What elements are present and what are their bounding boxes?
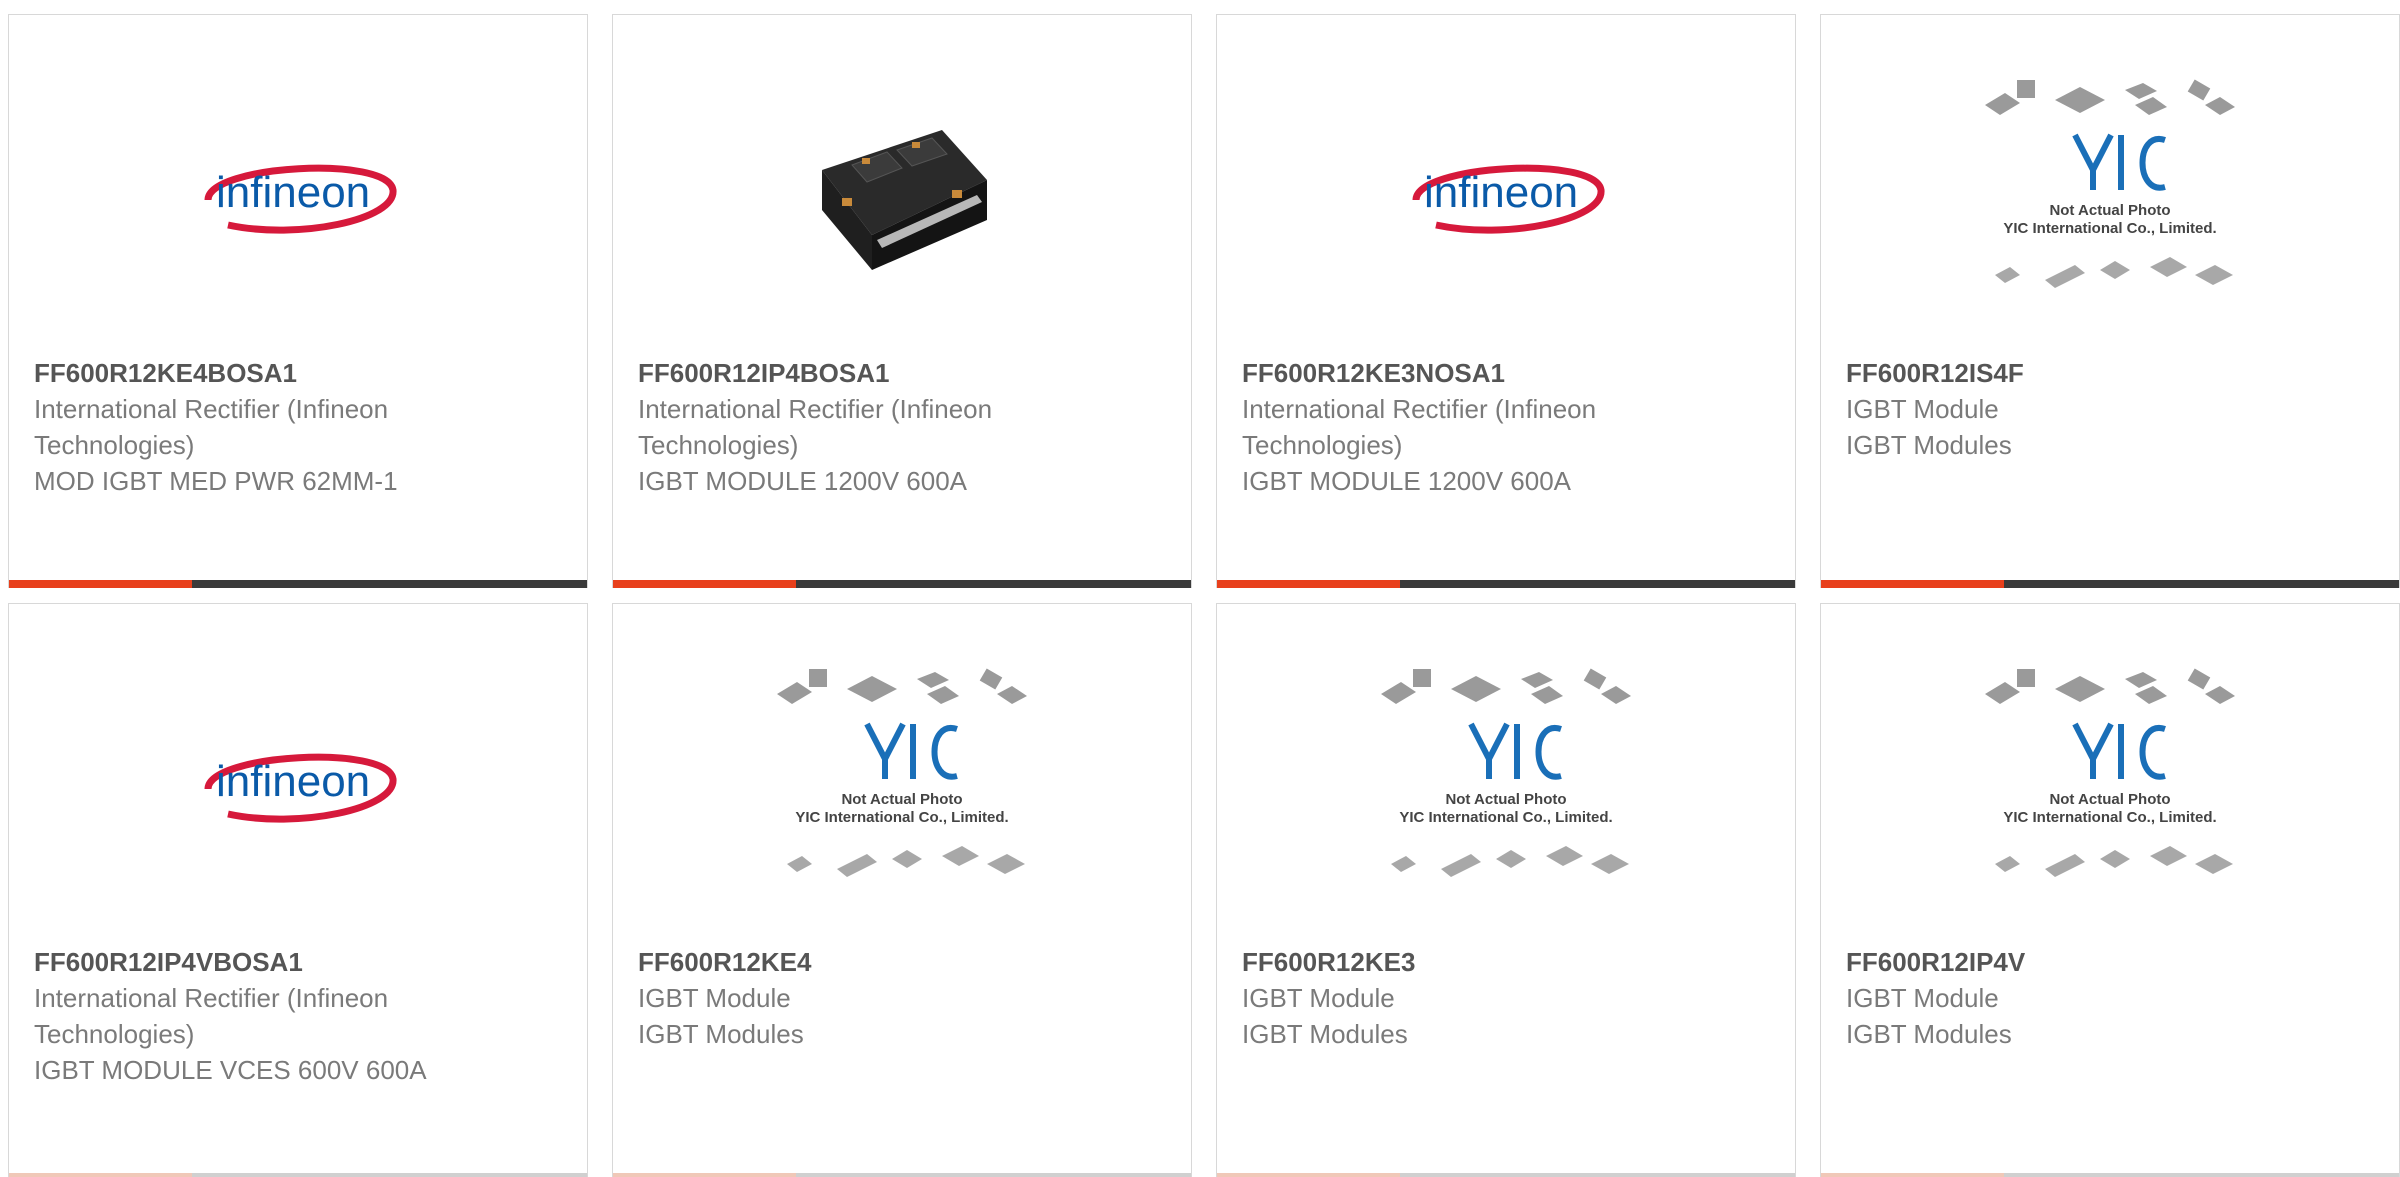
product-card[interactable]: Not Actual Photo YIC International Co., … [1820, 14, 2400, 588]
logo-text: infineon [216, 168, 370, 217]
infineon-logo: infineon [188, 145, 408, 245]
card-bar [1821, 580, 2399, 588]
card-bar [613, 1173, 1191, 1177]
card-bar [1821, 1173, 2399, 1177]
product-image[interactable]: infineon [9, 664, 587, 904]
part-number[interactable]: FF600R12IP4V [1846, 944, 2286, 980]
product-card[interactable]: infineon FF600R12IP4VBOSA1 International… [8, 603, 588, 1177]
part-number[interactable]: FF600R12IP4VBOSA1 [34, 944, 474, 980]
product-image[interactable]: Not Actual Photo YIC International Co., … [613, 664, 1191, 904]
description: MOD IGBT MED PWR 62MM-1 [34, 466, 398, 496]
part-number[interactable]: FF600R12KE3NOSA1 [1242, 355, 1682, 391]
card-bar [9, 1173, 587, 1177]
product-image[interactable] [613, 75, 1191, 315]
product-card[interactable]: Not Actual Photo YIC International Co., … [1216, 603, 1796, 1177]
infineon-logo: infineon [1396, 145, 1616, 245]
product-image[interactable]: Not Actual Photo YIC International Co., … [1821, 664, 2399, 904]
placeholder-line2: YIC International Co., Limited. [2003, 220, 2216, 237]
description: IGBT MODULE VCES 600V 600A [34, 1055, 427, 1085]
placeholder-line2: YIC International Co., Limited. [795, 809, 1008, 826]
description: IGBT MODULE 1200V 600A [638, 466, 968, 496]
placeholder-line1: Not Actual Photo [1445, 791, 1566, 808]
manufacturer: IGBT Module [638, 983, 791, 1013]
description: IGBT Modules [1846, 1019, 2012, 1049]
card-bar [9, 580, 587, 588]
logo-text: infineon [216, 757, 370, 806]
product-image[interactable]: Not Actual Photo YIC International Co., … [1217, 664, 1795, 904]
description: IGBT Modules [1242, 1019, 1408, 1049]
product-image[interactable]: Not Actual Photo YIC International Co., … [1821, 75, 2399, 315]
manufacturer: International Rectifier (Infineon Techno… [638, 394, 993, 460]
card-bar [1217, 580, 1795, 588]
yic-placeholder-image: Not Actual Photo YIC International Co., … [1975, 75, 2245, 315]
logo-text: infineon [1424, 168, 1578, 217]
manufacturer: IGBT Module [1846, 983, 1999, 1013]
product-card[interactable]: infineon FF600R12KE3NOSA1 International … [1216, 14, 1796, 588]
product-image[interactable]: infineon [9, 75, 587, 315]
product-card[interactable]: Not Actual Photo YIC International Co., … [612, 603, 1192, 1177]
description: IGBT MODULE 1200V 600A [1242, 466, 1572, 496]
card-bar [613, 580, 1191, 588]
part-number[interactable]: FF600R12KE4 [638, 944, 1078, 980]
placeholder-line1: Not Actual Photo [841, 791, 962, 808]
product-card[interactable]: infineon FF600R12KE4BOSA1 International … [8, 14, 588, 588]
manufacturer: International Rectifier (Infineon Techno… [34, 983, 389, 1049]
placeholder-line1: Not Actual Photo [2049, 202, 2170, 219]
manufacturer: IGBT Module [1846, 394, 1999, 424]
description: IGBT Modules [1846, 430, 2012, 460]
infineon-logo: infineon [188, 734, 408, 834]
manufacturer: IGBT Module [1242, 983, 1395, 1013]
product-card[interactable]: FF600R12IP4BOSA1 International Rectifier… [612, 14, 1192, 588]
manufacturer: International Rectifier (Infineon Techno… [34, 394, 389, 460]
yic-placeholder-image: Not Actual Photo YIC International Co., … [1371, 664, 1641, 904]
part-number[interactable]: FF600R12IP4BOSA1 [638, 355, 1078, 391]
yic-placeholder-image: Not Actual Photo YIC International Co., … [767, 664, 1037, 904]
product-card[interactable]: Not Actual Photo YIC International Co., … [1820, 603, 2400, 1177]
yic-placeholder-image: Not Actual Photo YIC International Co., … [1975, 664, 2245, 904]
part-number[interactable]: FF600R12KE3 [1242, 944, 1682, 980]
product-image[interactable]: infineon [1217, 75, 1795, 315]
placeholder-line2: YIC International Co., Limited. [2003, 809, 2216, 826]
igbt-module-photo [802, 110, 1002, 280]
description: IGBT Modules [638, 1019, 804, 1049]
manufacturer: International Rectifier (Infineon Techno… [1242, 394, 1597, 460]
product-grid: infineon FF600R12KE4BOSA1 International … [8, 14, 2400, 1177]
placeholder-line1: Not Actual Photo [2049, 791, 2170, 808]
part-number[interactable]: FF600R12IS4F [1846, 355, 2286, 391]
card-bar [1217, 1173, 1795, 1177]
placeholder-line2: YIC International Co., Limited. [1399, 809, 1612, 826]
part-number[interactable]: FF600R12KE4BOSA1 [34, 355, 474, 391]
